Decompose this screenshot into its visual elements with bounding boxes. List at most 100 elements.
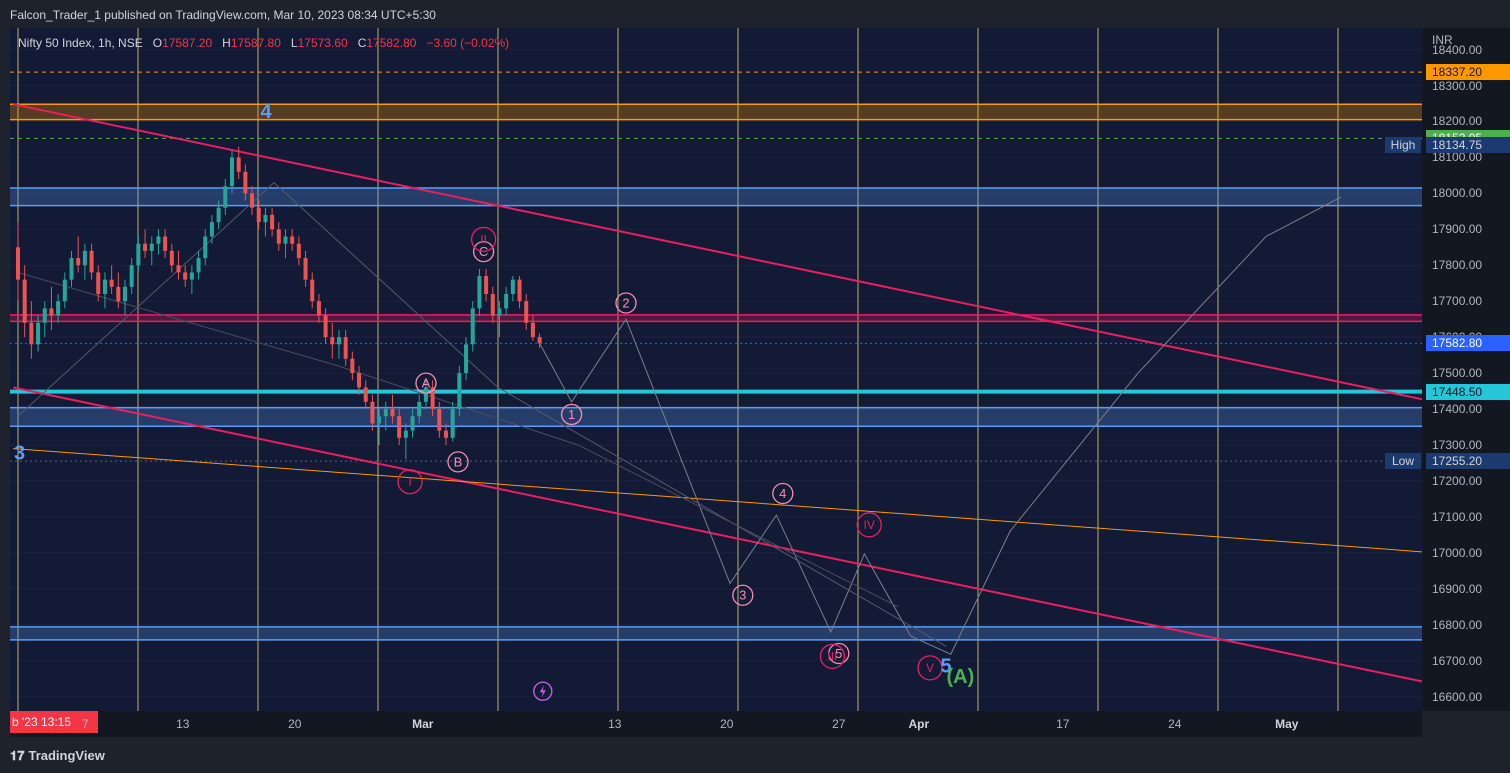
wave-projection-path — [17, 271, 899, 608]
candle — [196, 250, 201, 280]
candle-body — [22, 279, 27, 323]
candle-body — [82, 250, 87, 266]
candle — [276, 222, 281, 251]
candle — [189, 265, 194, 295]
publish-header: Falcon_Trader_1 published on TradingView… — [0, 0, 1510, 28]
candle-body — [310, 279, 315, 302]
time-tick-label: Apr — [908, 717, 930, 731]
candle-body — [116, 286, 121, 302]
tradingview-logo[interactable]: 𝟏𝟕 TradingView — [10, 748, 105, 764]
close-value: 17582.80 — [366, 36, 417, 50]
candle-body — [303, 258, 308, 280]
price-tick-label: 18300.00 — [1432, 78, 1483, 93]
candle-body — [524, 301, 529, 323]
candle-body — [270, 214, 275, 230]
candle — [263, 207, 268, 237]
price-axis[interactable]: INR 18400.00 18300.00 18200.00 18100.00 1800… — [1422, 28, 1510, 711]
candle-body — [250, 193, 255, 208]
candle — [69, 250, 74, 287]
candle-body — [397, 416, 402, 438]
candle-body — [203, 236, 208, 259]
time-axis[interactable]: b '23 13:15 7 13 20 Mar 13 20 27 Apr 17 24 May — [10, 711, 1422, 737]
candle-body — [443, 430, 448, 438]
price-tick-label: 17900.00 — [1432, 222, 1483, 237]
candle-body — [497, 308, 502, 316]
price-tick-label: 17400.00 — [1432, 402, 1483, 417]
zone-rect — [10, 187, 1422, 206]
candle — [76, 236, 81, 273]
wave-label-text: IV — [864, 518, 875, 532]
wave-label-text: B — [454, 454, 463, 469]
candle — [156, 229, 161, 255]
candle-body — [49, 308, 54, 316]
candle-body — [129, 265, 134, 287]
candle — [283, 229, 288, 259]
candle — [296, 236, 301, 266]
symbol-info: Nifty 50 Index, 1h, NSE — [18, 36, 143, 50]
candle-body — [276, 229, 281, 244]
candle — [136, 236, 141, 273]
candle — [209, 214, 214, 244]
candle-body — [136, 243, 141, 266]
price-tick-label: 18400.00 — [1432, 42, 1483, 57]
high-value: 17587.80 — [230, 36, 281, 50]
price-tick-label: 16700.00 — [1432, 653, 1483, 668]
candle — [149, 236, 154, 266]
open-label: O — [152, 36, 163, 50]
price-level-badge: 18337.20 — [1426, 64, 1510, 81]
candle — [109, 265, 114, 295]
wave-label-text: A — [422, 376, 431, 391]
price-level-badge: 17448.50 — [1426, 383, 1510, 400]
price-level-badge: 18134.75 — [1426, 136, 1510, 153]
candle-body — [290, 236, 295, 244]
candle — [504, 286, 509, 316]
candle-body — [530, 322, 535, 338]
wave-label-text: III — [827, 650, 837, 664]
time-tick-label: 13 — [176, 717, 190, 731]
candle-body — [283, 236, 288, 244]
candle — [363, 380, 368, 410]
candle-body — [437, 409, 442, 431]
candle-body — [537, 337, 542, 344]
price-tick-label: 17500.00 — [1432, 366, 1483, 381]
wave-label-text: 1 — [568, 407, 575, 422]
price-tick-label: 18200.00 — [1432, 114, 1483, 129]
candle — [477, 268, 482, 316]
price-tag-low: Low — [1385, 453, 1421, 470]
price-tick-label: 16800.00 — [1432, 617, 1483, 632]
candle-body — [56, 301, 61, 316]
candle-body — [363, 387, 368, 402]
candle — [517, 276, 522, 309]
candle-body — [450, 409, 455, 438]
candle — [303, 250, 308, 287]
candle-body — [89, 250, 94, 273]
candle-body — [504, 294, 509, 309]
candle-body — [229, 157, 234, 187]
lightning-icon-bolt — [539, 685, 546, 698]
candle-body — [183, 272, 188, 280]
lightning-icon — [533, 681, 553, 701]
candle — [203, 229, 208, 266]
candle — [524, 294, 529, 330]
candle — [169, 243, 174, 273]
candle-body — [29, 322, 34, 345]
candle-body — [109, 279, 114, 287]
price-tick-label: 17700.00 — [1432, 294, 1483, 309]
candle-body — [196, 258, 201, 273]
candle-body — [336, 337, 341, 345]
wave-label-text: V — [926, 661, 934, 675]
candle-body — [169, 250, 174, 266]
price-tick-label: 16600.00 — [1432, 689, 1483, 704]
chart-svg[interactable]: 43ABCIII12345IIIIVV 5(A) — [10, 28, 1422, 711]
price-level-badge: 17255.20 — [1426, 453, 1510, 470]
candle — [143, 229, 148, 259]
chart-pane[interactable]: 4 3 A B C I II 1 2 3 4 5 III IV V 5 (A) Nifty 50 Index, … — [10, 28, 1422, 711]
candle-body — [350, 358, 355, 374]
candle — [42, 301, 47, 338]
candle — [82, 243, 87, 280]
candle-body — [457, 373, 462, 410]
candle-body — [370, 401, 375, 424]
candle — [176, 250, 181, 280]
candle — [102, 272, 107, 309]
candle-body — [417, 401, 422, 417]
